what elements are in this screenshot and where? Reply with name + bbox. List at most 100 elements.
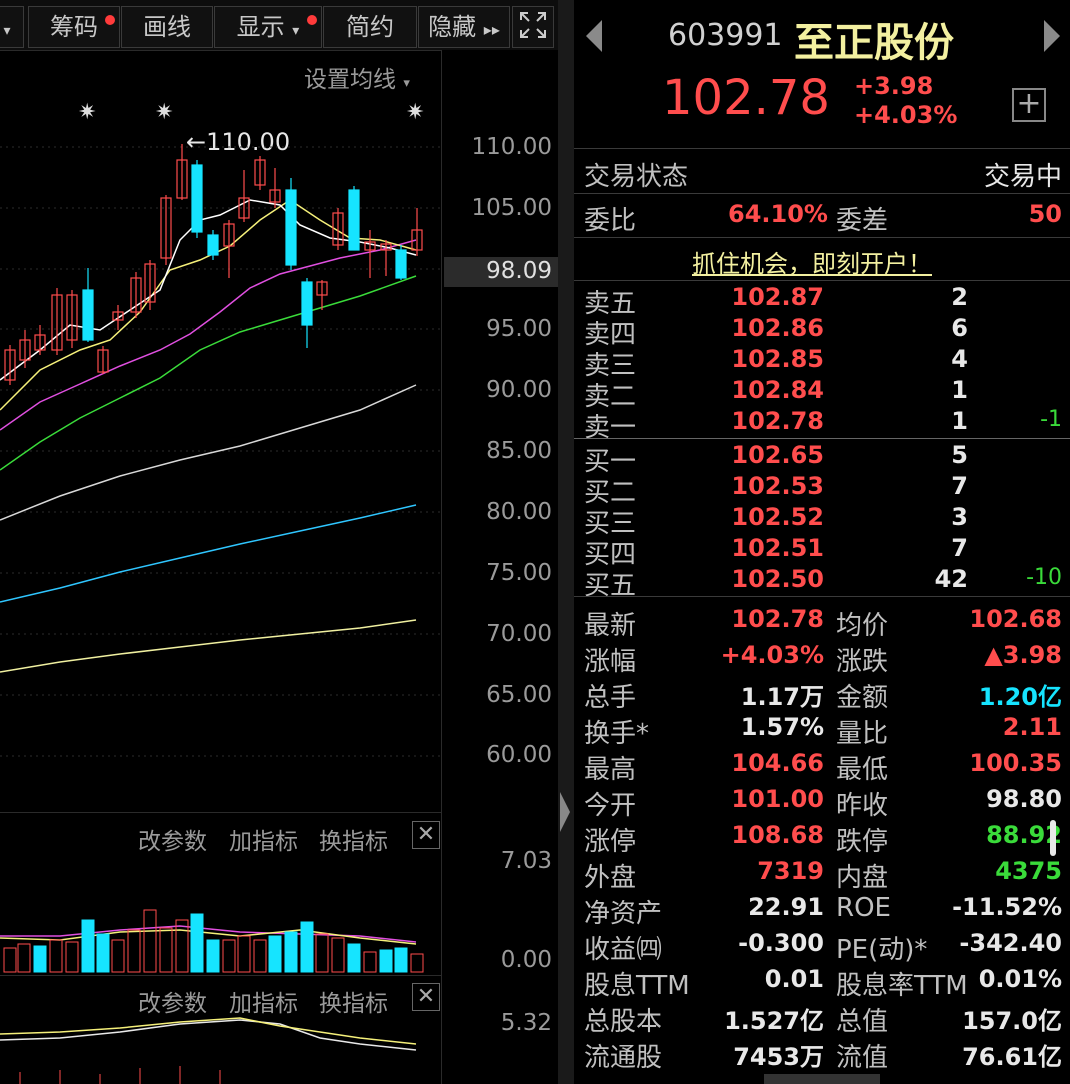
book-volume: 1	[951, 376, 968, 404]
stock-name: 至正股份	[794, 20, 954, 66]
book-price: 102.85	[731, 345, 824, 373]
add-indicator-link[interactable]: 加指标	[229, 822, 298, 856]
price-axis-label: 75.00	[486, 560, 552, 586]
notification-dot-icon	[105, 15, 115, 25]
panel-splitter[interactable]	[558, 0, 574, 1084]
stock-change: +3.98	[854, 72, 934, 100]
volume-bar	[175, 919, 189, 973]
quote-value: 100.35	[969, 749, 1062, 777]
axis-divider	[441, 50, 442, 1084]
volume-bar	[379, 949, 393, 973]
book-volume: 6	[951, 314, 968, 342]
weibi-value: 64.10%	[728, 200, 828, 228]
volume-chart[interactable]	[0, 900, 441, 975]
close-panel-button[interactable]: ✕	[412, 983, 440, 1011]
quote-label: ROE	[836, 893, 891, 923]
volume-bar	[33, 945, 47, 973]
volume-bar	[394, 947, 408, 973]
volume-bar	[143, 909, 157, 973]
volume-bar	[81, 919, 95, 973]
candle-body	[301, 281, 313, 326]
section-divider	[574, 237, 1070, 238]
price-axis-label: 85.00	[486, 438, 552, 464]
quote-label: 收益㈣	[584, 935, 663, 965]
quote-value: 1.20亿	[978, 683, 1062, 711]
price-axis-label: 110.00	[471, 134, 552, 160]
book-volume: 2	[951, 283, 968, 311]
quote-value: 108.68	[731, 821, 824, 849]
chip-label: 筹码	[50, 13, 98, 41]
quote-label: 总手	[584, 683, 637, 713]
quote-value: 1.527亿	[724, 1007, 824, 1035]
book-volume: 3	[951, 503, 968, 531]
volume-bar	[49, 939, 63, 973]
quote-value: 101.00	[731, 785, 824, 813]
quote-value: -0.300	[738, 929, 824, 957]
close-icon: ✕	[416, 984, 436, 1009]
volume-axis-label: 7.03	[500, 848, 552, 874]
hide-button[interactable]: 隐藏 ▸▸	[418, 6, 510, 48]
panel-divider	[0, 975, 441, 976]
prev-stock-icon[interactable]	[586, 20, 602, 52]
display-button[interactable]: 显示 ▾	[214, 6, 322, 48]
quote-value: 98.80	[986, 785, 1062, 813]
book-volume: 4	[951, 345, 968, 373]
volume-bar	[111, 939, 125, 973]
next-stock-icon[interactable]	[1044, 20, 1060, 52]
quote-label: 股息率TTM	[836, 971, 968, 1001]
volume-bar	[315, 933, 329, 973]
volume-bar	[253, 939, 267, 973]
scroll-handle[interactable]	[764, 1074, 880, 1084]
quote-label: 昨收	[836, 791, 889, 821]
fullscreen-button[interactable]	[512, 6, 554, 48]
book-volume: 1	[951, 407, 968, 435]
book-volume: 7	[951, 472, 968, 500]
quote-label: 总值	[836, 1007, 889, 1037]
quote-panel: 603991 至正股份 102.78 +3.98 +4.03% + 交易状态 交…	[574, 0, 1070, 1084]
chip-button[interactable]: 筹码	[28, 6, 120, 48]
indicator-axis-label: 5.32	[500, 1010, 552, 1036]
book-price: 102.78	[731, 407, 824, 435]
volume-bar	[237, 935, 251, 973]
simple-mode-button[interactable]: 简约	[323, 6, 417, 48]
quote-label: 今开	[584, 791, 637, 821]
quote-label: 最低	[836, 755, 889, 785]
quote-value: 157.0亿	[962, 1007, 1062, 1035]
quote-label: 总股本	[584, 1007, 663, 1037]
simple-mode-label: 简约	[346, 13, 394, 41]
add-watchlist-button[interactable]: +	[1012, 88, 1046, 122]
open-account-link[interactable]: 抓住机会，即刻开户！	[692, 244, 932, 279]
display-label: 显示	[236, 13, 285, 41]
volume-bar	[190, 913, 204, 973]
quote-value: 102.78	[731, 605, 824, 633]
book-price: 102.50	[731, 565, 824, 593]
candle-body	[285, 189, 297, 266]
edit-params-link[interactable]: 改参数	[138, 822, 207, 856]
close-icon: ✕	[416, 822, 436, 847]
candle-body	[348, 189, 360, 251]
close-panel-button[interactable]: ✕	[412, 821, 440, 849]
indicator-chart[interactable]	[0, 1010, 441, 1084]
draw-line-button[interactable]: 画线	[121, 6, 213, 48]
book-divider	[574, 438, 1070, 439]
volume-bar	[300, 921, 314, 973]
quote-label: 内盘	[836, 863, 889, 893]
quote-value: 0.01	[764, 965, 824, 993]
quote-label: 流值	[836, 1043, 889, 1073]
quote-label: 股息TTM	[584, 971, 690, 1001]
price-axis-label: 60.00	[486, 742, 552, 768]
book-volume: 7	[951, 534, 968, 562]
scrollbar-thumb[interactable]	[1050, 820, 1056, 856]
quote-label: 最新	[584, 611, 637, 641]
price-axis-label: 90.00	[486, 377, 552, 403]
dropdown-chevron-button[interactable]: ▾	[0, 6, 24, 48]
quote-label: 涨停	[584, 827, 637, 857]
section-divider	[574, 596, 1070, 597]
price-axis-label: 95.00	[486, 316, 552, 342]
volume-bar	[331, 937, 345, 973]
quote-value: +4.03%	[720, 641, 824, 669]
quote-value: 7453万	[733, 1043, 824, 1071]
switch-indicator-link[interactable]: 换指标	[319, 822, 388, 856]
volume-bar	[410, 953, 424, 973]
volume-bar	[127, 929, 141, 973]
